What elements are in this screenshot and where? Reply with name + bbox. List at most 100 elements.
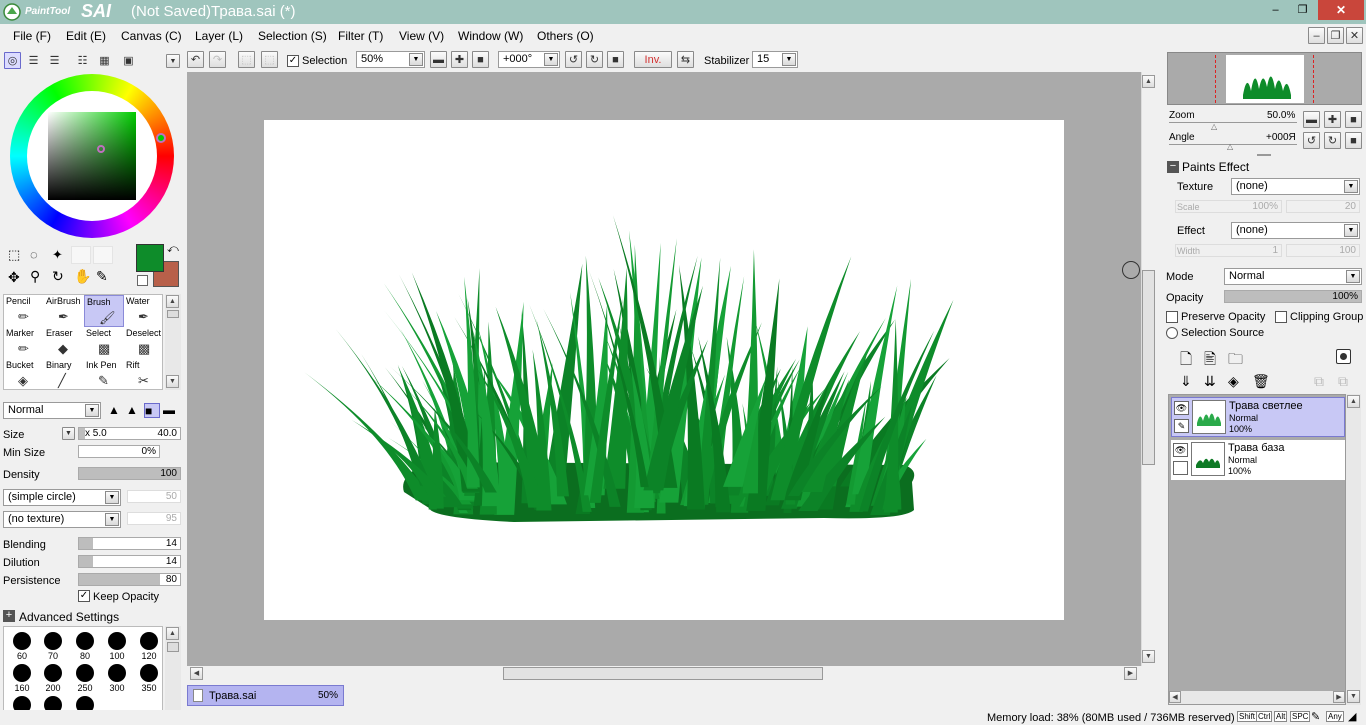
stabilizer-combo[interactable]: 15 ▼ <box>752 51 798 68</box>
brush-texture-combo[interactable]: (no texture) ▼ <box>3 511 121 528</box>
layer-opacity-slider[interactable]: 100% <box>1224 290 1362 303</box>
layer-row[interactable]: 👁 Трава база Normal 100% <box>1171 440 1345 480</box>
brush-shape-flat-icon[interactable]: ▬ <box>163 403 179 418</box>
brush-size-dot[interactable] <box>13 664 31 682</box>
clear-layer-icon[interactable]: ◈ <box>1228 373 1239 390</box>
brush-size-dot[interactable] <box>76 664 94 682</box>
advanced-settings-label[interactable]: Advanced Settings <box>19 610 119 624</box>
brush-shape-soft-icon[interactable]: ▲ <box>108 403 124 418</box>
dilution-slider[interactable]: 14 <box>78 555 181 568</box>
primary-color-swatch[interactable] <box>136 244 164 272</box>
color-sv-square[interactable] <box>48 112 136 200</box>
rotate-cw-button[interactable]: ↻ <box>586 51 603 68</box>
nav-zoom-out-button[interactable]: ▬ <box>1303 111 1320 128</box>
brush-shape-combo[interactable]: (simple circle) ▼ <box>3 489 121 506</box>
zoom-combo[interactable]: 50% ▼ <box>356 51 425 68</box>
tool-bucket[interactable]: Bucket ◈ <box>4 359 44 391</box>
size-slider[interactable]: x 5.0 40.0 <box>78 427 181 440</box>
doc-close-button[interactable]: ✕ <box>1346 27 1363 44</box>
tool-airbrush[interactable]: AirBrush ✒ <box>44 295 84 327</box>
menu-filter[interactable]: Filter (T) <box>338 29 383 43</box>
blending-slider[interactable]: 14 <box>78 537 181 550</box>
paints-effect-collapse-icon[interactable]: − <box>1167 161 1179 173</box>
magic-wand-icon[interactable]: ✦ <box>52 247 68 263</box>
tool-brush[interactable]: Brush 🖌 <box>84 295 124 327</box>
tool-marker[interactable]: Marker ✏ <box>4 327 44 359</box>
paints-effect-header[interactable]: Paints Effect <box>1182 160 1249 174</box>
nav-zoom-reset-button[interactable]: ■ <box>1345 111 1362 128</box>
layer-list-hscroll[interactable]: ◀ ▶ <box>1169 691 1345 704</box>
deselect-toolbar-button[interactable]: ⬚ <box>238 51 255 68</box>
rotate-tool-icon[interactable]: ↻ <box>52 268 64 285</box>
eyedropper-icon[interactable]: ✎ <box>96 268 108 285</box>
invert-select-toolbar-button[interactable]: ⬚ <box>261 51 278 68</box>
canvas-vscroll-thumb[interactable] <box>1142 270 1155 465</box>
canvas-hscroll-thumb[interactable] <box>503 667 823 680</box>
nav-zoom-slider[interactable] <box>1169 122 1297 123</box>
menu-layer[interactable]: Layer (L) <box>195 29 243 43</box>
move-icon[interactable]: ✥ <box>8 269 20 286</box>
brush-size-dot[interactable] <box>44 632 62 650</box>
effect-combo[interactable]: (none) ▼ <box>1231 222 1360 239</box>
sv-picker[interactable] <box>97 145 105 153</box>
color-wheel-tab-icon[interactable]: ◎ <box>4 52 21 69</box>
redo-button[interactable]: ↷ <box>209 51 226 68</box>
preserve-opacity-checkbox[interactable] <box>1166 311 1178 323</box>
brush-size-dot[interactable] <box>140 664 158 682</box>
hue-picker[interactable] <box>156 133 166 143</box>
menu-edit[interactable]: Edit (E) <box>66 29 106 43</box>
menu-window[interactable]: Window (W) <box>458 29 523 43</box>
menu-view[interactable]: View (V) <box>399 29 444 43</box>
lasso-icon[interactable]: ◌ <box>30 247 46 263</box>
swatches-tab-icon[interactable]: ☷ <box>74 52 91 69</box>
minsize-slider[interactable]: 0% <box>78 445 160 458</box>
brush-shape-medium-icon[interactable]: ▲ <box>126 403 142 418</box>
selection-source-radio[interactable] <box>1166 327 1178 339</box>
rect-select-icon[interactable]: ⬚ <box>8 247 24 263</box>
undo-button[interactable]: ↶ <box>187 51 204 68</box>
tool-eraser[interactable]: Eraser ◆ <box>44 327 84 359</box>
zoom-in-button[interactable]: ✚ <box>451 51 468 68</box>
flip-view-button[interactable]: ⇆ <box>677 51 694 68</box>
texture-combo[interactable]: (none) ▼ <box>1231 178 1360 195</box>
density-slider[interactable]: 100 <box>78 467 181 480</box>
advanced-expand-icon[interactable]: + <box>3 610 15 622</box>
nav-rotate-reset-button[interactable]: ■ <box>1345 132 1362 149</box>
new-layer-icon[interactable]: 🗋 <box>1180 349 1192 374</box>
brush-size-dot[interactable] <box>13 632 31 650</box>
zoom-tool-icon[interactable]: ⚲ <box>30 268 40 285</box>
brush-size-dot[interactable] <box>44 664 62 682</box>
invert-view-button[interactable]: Inv. <box>634 51 672 68</box>
canvas-vscroll[interactable]: ▲ ▼ <box>1141 72 1155 666</box>
clipping-group-checkbox[interactable] <box>1275 311 1287 323</box>
layer-mask-icon[interactable] <box>1336 349 1351 364</box>
resize-grip-icon[interactable]: ◢ <box>1348 710 1356 723</box>
nav-rotate-ccw-button[interactable]: ↺ <box>1303 132 1320 149</box>
brush-shape-hard-icon[interactable]: ■ <box>144 403 160 418</box>
keep-opacity-checkbox[interactable]: ✓ <box>78 590 90 602</box>
new-folder-icon[interactable]: 🗀 <box>1228 349 1243 374</box>
hsv-slider-tab-icon[interactable]: ☰ <box>46 52 63 69</box>
tool-water[interactable]: Water ✒ <box>124 295 164 327</box>
close-button[interactable]: ✕ <box>1318 0 1364 20</box>
angle-combo[interactable]: +000° ▼ <box>498 51 560 68</box>
mixer-tab-icon[interactable]: ▦ <box>96 52 113 69</box>
navigator-preview[interactable] <box>1167 52 1362 105</box>
visibility-eye-icon[interactable]: 👁 <box>1173 443 1188 457</box>
swap-colors-icon[interactable]: ⤺ <box>167 243 179 256</box>
minimize-button[interactable]: ‒ <box>1262 0 1289 20</box>
zoom-out-button[interactable]: ▬ <box>430 51 447 68</box>
nav-angle-thumb[interactable]: △ <box>1227 142 1233 151</box>
tool-scrollbar[interactable]: ▲ ▼ <box>165 294 181 390</box>
rotate-reset-button[interactable]: ■ <box>607 51 624 68</box>
brush-size-dot[interactable] <box>108 664 126 682</box>
brush-lock-icon[interactable] <box>1173 461 1188 475</box>
menu-selection[interactable]: Selection (S) <box>258 29 327 43</box>
menu-others[interactable]: Others (O) <box>537 29 594 43</box>
zoom-reset-button[interactable]: ■ <box>472 51 489 68</box>
tool-rift[interactable]: Rift ✂ <box>124 359 164 391</box>
rgb-slider-tab-icon[interactable]: ☰ <box>25 52 42 69</box>
tool-deselect[interactable]: Deselect ▩ <box>124 327 164 359</box>
menu-canvas[interactable]: Canvas (C) <box>121 29 182 43</box>
canvas-hscroll[interactable]: ◀ ▶ <box>187 666 1141 682</box>
